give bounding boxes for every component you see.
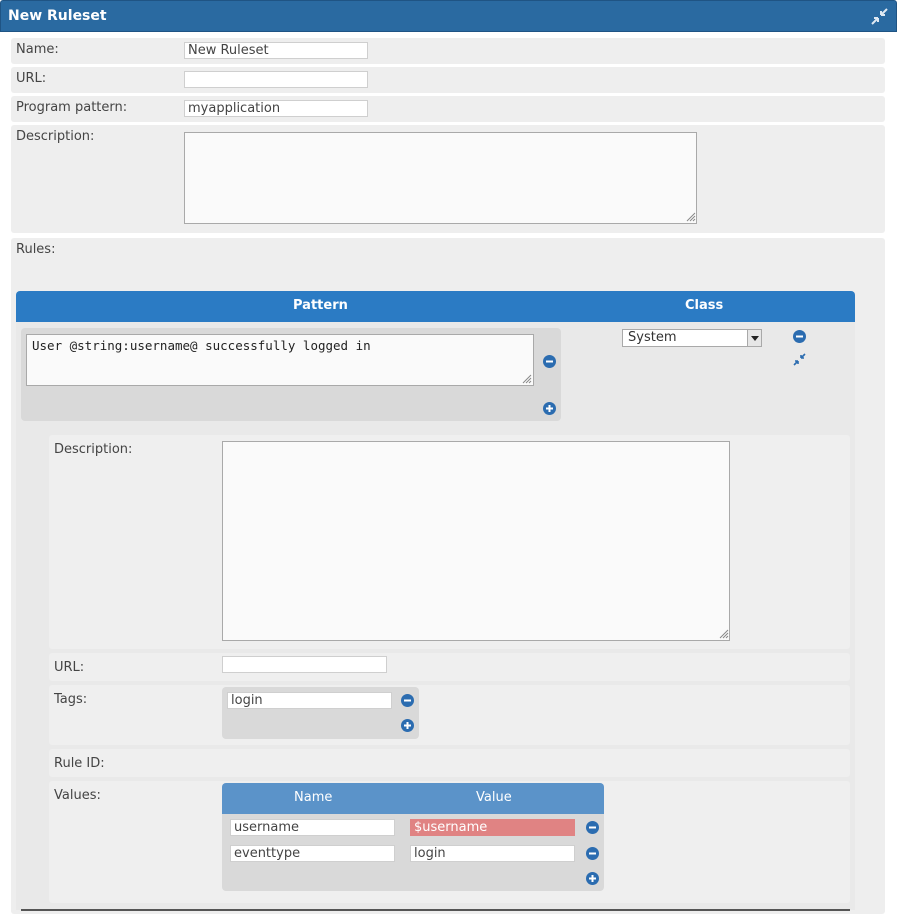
rule-id-row	[49, 749, 850, 777]
rule-description-label: Description:	[54, 442, 133, 457]
values-name-header: Name	[294, 790, 333, 805]
rule-tags-label: Tags:	[54, 692, 88, 707]
chevron-down-icon	[747, 330, 761, 346]
name-input[interactable]: New Ruleset	[184, 42, 368, 59]
rule-url-input[interactable]	[222, 656, 387, 673]
pattern-column-header: Pattern	[293, 298, 348, 313]
name-label: Name:	[16, 42, 59, 57]
add-pattern-icon[interactable]	[543, 402, 556, 415]
pattern-textarea[interactable]: User @string:username@ successfully logg…	[26, 334, 534, 386]
class-column-header: Class	[685, 298, 724, 313]
value-name-input[interactable]: username	[230, 819, 395, 836]
collapse-arrows-icon[interactable]	[871, 8, 888, 25]
remove-tag-icon[interactable]	[401, 694, 414, 707]
program-pattern-input[interactable]: myapplication	[184, 100, 368, 117]
description-label: Description:	[16, 129, 95, 144]
resize-grip-icon[interactable]	[520, 372, 532, 384]
rules-table-header: Pattern Class	[16, 291, 855, 322]
rules-label: Rules:	[16, 242, 56, 257]
remove-value-icon[interactable]	[586, 847, 599, 860]
resize-grip-icon[interactable]	[684, 210, 696, 222]
remove-rule-icon[interactable]	[793, 330, 806, 343]
rule-values-label: Values:	[54, 788, 101, 803]
rule-tags-row	[49, 685, 850, 745]
value-value-input[interactable]: login	[410, 845, 575, 862]
program-pattern-row	[11, 96, 885, 122]
remove-value-icon[interactable]	[586, 821, 599, 834]
remove-pattern-icon[interactable]	[543, 355, 556, 368]
add-tag-icon[interactable]	[401, 719, 414, 732]
values-table-header: Name Value	[222, 783, 604, 814]
value-value-input[interactable]: $username	[410, 819, 575, 836]
name-row	[11, 38, 885, 64]
rule-id-label: Rule ID:	[54, 756, 105, 771]
add-value-icon[interactable]	[586, 872, 599, 885]
rule-description-textarea[interactable]	[222, 441, 730, 641]
rule-url-label: URL:	[54, 660, 85, 675]
value-name-input[interactable]: eventtype	[230, 845, 395, 862]
tag-input[interactable]: login	[227, 692, 392, 709]
collapse-rule-icon[interactable]	[793, 353, 806, 366]
description-textarea[interactable]	[184, 132, 697, 224]
url-input[interactable]	[184, 71, 368, 88]
class-select-value: System	[628, 330, 677, 345]
class-select[interactable]: System	[622, 329, 762, 347]
resize-grip-icon[interactable]	[717, 627, 729, 639]
rule-url-row	[49, 653, 850, 681]
url-label: URL:	[16, 71, 47, 86]
window-title: New Ruleset	[8, 8, 107, 24]
divider	[21, 909, 850, 911]
window-titlebar: New Ruleset	[0, 0, 897, 32]
url-row	[11, 67, 885, 93]
values-value-header: Value	[476, 790, 512, 805]
program-pattern-label: Program pattern:	[16, 100, 128, 115]
